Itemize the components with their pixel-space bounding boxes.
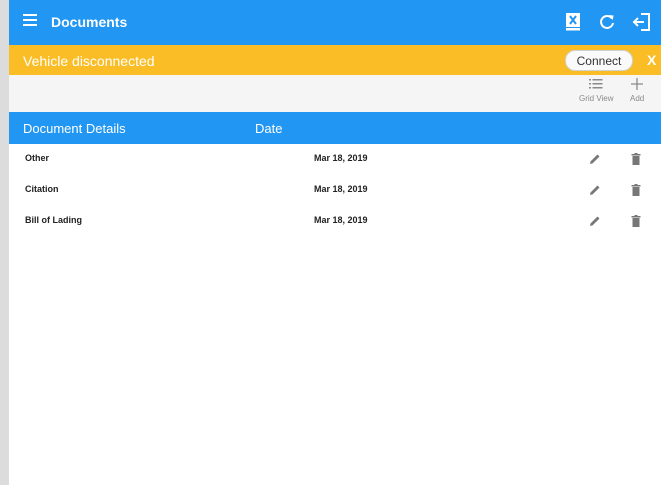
table-header: Document Details Date	[9, 112, 661, 144]
add-button[interactable]: Add	[630, 78, 644, 103]
document-name: Bill of Lading	[25, 215, 82, 225]
grid-view-label: Grid View	[579, 94, 614, 103]
column-header-document-details: Document Details	[23, 121, 126, 136]
document-date: Mar 18, 2019	[314, 215, 368, 225]
logout-icon[interactable]	[631, 10, 653, 34]
bluetooth-disconnected-icon[interactable]	[562, 10, 584, 34]
document-name: Other	[25, 153, 50, 163]
table-row[interactable]: Citation Mar 18, 2019	[9, 175, 661, 206]
banner-close-button[interactable]: X	[647, 52, 656, 68]
view-toolbar: Grid View Add	[9, 75, 661, 112]
edit-icon[interactable]	[587, 213, 603, 229]
delete-icon[interactable]	[628, 182, 644, 198]
table-row[interactable]: Other Mar 18, 2019	[9, 144, 661, 175]
delete-icon[interactable]	[628, 213, 644, 229]
add-label: Add	[630, 94, 645, 103]
menu-icon[interactable]	[23, 14, 37, 26]
refresh-icon[interactable]	[596, 10, 618, 34]
document-date: Mar 18, 2019	[314, 153, 368, 163]
table-row[interactable]: Bill of Lading Mar 18, 2019	[9, 206, 661, 237]
document-date: Mar 18, 2019	[314, 184, 368, 194]
delete-icon[interactable]	[628, 151, 644, 167]
vehicle-status-banner: Vehicle disconnected Connect X	[9, 45, 661, 75]
document-list: Other Mar 18, 2019 Citation Mar 18, 2019…	[9, 144, 661, 237]
grid-view-button[interactable]: Grid View	[579, 78, 614, 103]
app-bar: Documents	[9, 0, 661, 45]
edit-icon[interactable]	[587, 182, 603, 198]
edit-icon[interactable]	[587, 151, 603, 167]
page-title: Documents	[51, 14, 128, 30]
document-name: Citation	[25, 184, 59, 194]
banner-message: Vehicle disconnected	[23, 53, 155, 69]
connect-button[interactable]: Connect	[565, 50, 633, 71]
list-icon	[579, 78, 614, 94]
documents-screen: Documents Vehicle disconnected Connect X	[9, 0, 661, 485]
plus-icon	[630, 78, 644, 94]
column-header-date: Date	[255, 121, 283, 136]
